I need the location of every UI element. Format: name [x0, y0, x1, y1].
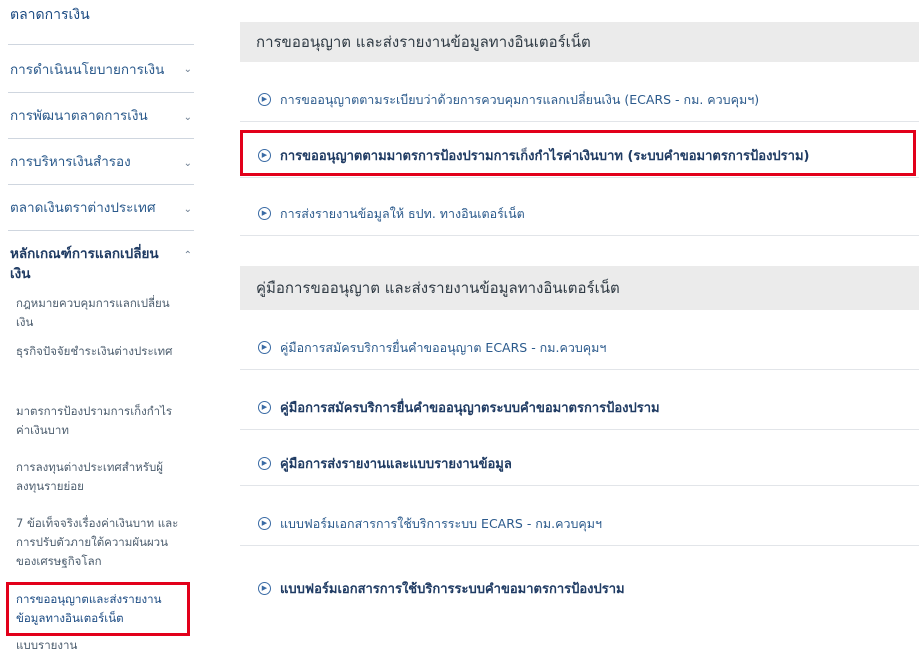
- sidebar-item-exchange-rules[interactable]: หลักเกณฑ์การแลกเปลี่ยนเงิน: [10, 244, 170, 284]
- chevron-down-icon[interactable]: ⌄: [184, 112, 192, 123]
- divider: [8, 92, 194, 93]
- section-header: การขออนุญาต และส่งรายงานข้อมูลทางอินเตอร…: [240, 22, 919, 62]
- sidebar-title[interactable]: ตลาดการเงิน: [10, 4, 90, 26]
- link-item[interactable]: ▶ การขออนุญาตตามระเบียบว่าด้วยการควบคุมก…: [240, 78, 919, 122]
- sidebar-item-reserve-management[interactable]: การบริหารเงินสำรอง: [10, 152, 180, 172]
- chevron-down-icon[interactable]: ⌄: [184, 158, 192, 169]
- divider: [8, 184, 194, 185]
- chevron-down-icon[interactable]: ⌄: [184, 204, 192, 215]
- link-item[interactable]: ▶ การส่งรายงานข้อมูลให้ ธปท. ทางอินเตอร์…: [240, 192, 919, 236]
- sidebar-item-label: การพัฒนาตลาดการเงิน: [10, 108, 148, 124]
- divider: [8, 138, 194, 139]
- sidebar-subitem[interactable]: แบบรายงาน: [16, 636, 184, 655]
- link-label[interactable]: การขออนุญาตตามระเบียบว่าด้วยการควบคุมการ…: [280, 90, 759, 110]
- sidebar: ตลาดการเงิน การดำเนินนโยบายการเงิน ⌄ การ…: [0, 0, 198, 657]
- chevron-right-icon: ▶: [258, 93, 271, 106]
- sidebar-subitem[interactable]: มาตรการป้องปรามการเก็งกำไรค่าเงินบาท: [16, 402, 184, 440]
- link-item[interactable]: ▶ แบบฟอร์มเอกสารการใช้บริการระบบ ECARS -…: [240, 502, 919, 546]
- link-label[interactable]: การส่งรายงานข้อมูลให้ ธปท. ทางอินเตอร์เน…: [280, 204, 525, 224]
- sidebar-item-market-development[interactable]: การพัฒนาตลาดการเงิน: [10, 106, 180, 126]
- sidebar-item-monetary-policy[interactable]: การดำเนินนโยบายการเงิน: [10, 60, 180, 80]
- sidebar-item-label: ตลาดเงินตราต่างประเทศ: [10, 200, 156, 216]
- link-item[interactable]: ▶ คู่มือการส่งรายงานและแบบรายงานข้อมูล: [240, 442, 919, 486]
- highlight-box: [240, 130, 916, 176]
- chevron-right-icon: ▶: [258, 581, 271, 595]
- chevron-down-icon[interactable]: ⌄: [184, 64, 192, 75]
- link-label[interactable]: แบบฟอร์มเอกสารการใช้บริการระบบคำขอมาตรกา…: [280, 578, 625, 599]
- chevron-up-icon[interactable]: ⌃: [184, 250, 192, 261]
- chevron-right-icon: ▶: [258, 207, 271, 220]
- link-label[interactable]: คู่มือการส่งรายงานและแบบรายงานข้อมูล: [280, 453, 512, 474]
- divider: [8, 44, 194, 45]
- sidebar-item-label: การดำเนินนโยบายการเงิน: [10, 62, 165, 78]
- link-label[interactable]: คู่มือการสมัครบริการยื่นคำขออนุญาต ECARS…: [280, 338, 606, 358]
- link-label[interactable]: คู่มือการสมัครบริการยื่นคำขออนุญาตระบบคำ…: [280, 397, 660, 418]
- section-header: คู่มือการขออนุญาต และส่งรายงานข้อมูลทางอ…: [240, 266, 919, 310]
- sidebar-subitem[interactable]: ธุรกิจปัจจัยชำระเงินต่างประเทศ: [16, 342, 184, 361]
- sidebar-item-fx-market[interactable]: ตลาดเงินตราต่างประเทศ: [10, 198, 180, 218]
- divider: [8, 230, 194, 231]
- sidebar-item-label: หลักเกณฑ์การแลกเปลี่ยนเงิน: [10, 246, 159, 282]
- sidebar-subitem[interactable]: การลงทุนต่างประเทศสำหรับผู้ลงทุนรายย่อย: [16, 458, 184, 496]
- chevron-right-icon: ▶: [258, 341, 271, 354]
- sidebar-subitem[interactable]: กฎหมายควบคุมการแลกเปลี่ยนเงิน: [16, 294, 184, 332]
- link-label[interactable]: แบบฟอร์มเอกสารการใช้บริการระบบ ECARS - ก…: [280, 514, 602, 534]
- chevron-right-icon: ▶: [258, 517, 271, 530]
- highlight-box: [6, 582, 190, 636]
- link-item[interactable]: ▶ คู่มือการสมัครบริการยื่นคำขออนุญาตระบบ…: [240, 386, 919, 430]
- chevron-right-icon: ▶: [258, 401, 271, 414]
- link-item[interactable]: ▶ แบบฟอร์มเอกสารการใช้บริการระบบคำขอมาตร…: [240, 566, 919, 610]
- chevron-right-icon: ▶: [258, 457, 271, 470]
- sidebar-subitem[interactable]: 7 ข้อเท็จจริงเรื่องค่าเงินบาท และการปรับ…: [16, 514, 184, 571]
- sidebar-item-label: การบริหารเงินสำรอง: [10, 154, 131, 170]
- link-item[interactable]: ▶ คู่มือการสมัครบริการยื่นคำขออนุญาต ECA…: [240, 326, 919, 370]
